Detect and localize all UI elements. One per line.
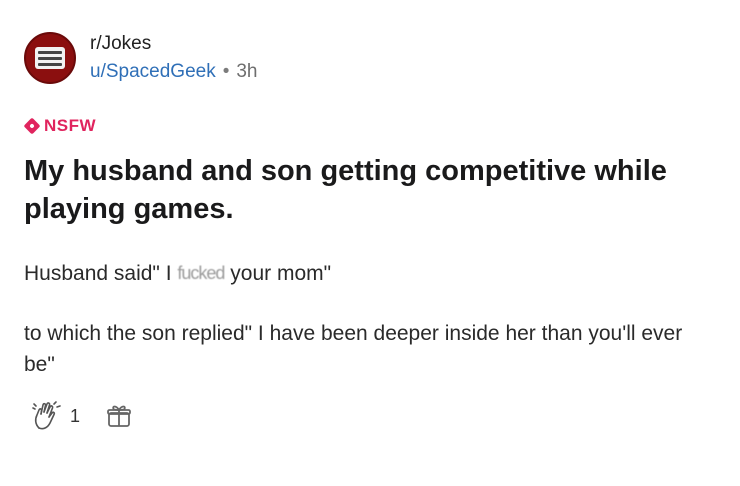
subreddit-avatar[interactable] (24, 32, 76, 84)
gift-icon[interactable] (106, 403, 132, 429)
separator-dot: • (222, 61, 230, 82)
subreddit-link[interactable]: r/Jokes (90, 33, 258, 55)
post-age: 3h (236, 61, 258, 82)
nsfw-tag: NSFW (23, 116, 97, 136)
clapping-hands-icon[interactable] (30, 400, 64, 432)
reddit-post: r/Jokes u/SpacedGeek • 3h NSFW My husban… (0, 0, 740, 486)
nsfw-label: NSFW (44, 116, 97, 135)
post-meta: r/Jokes u/SpacedGeek • 3h (90, 33, 258, 83)
body-text: Husband said" I (24, 262, 178, 285)
award-count: 1 (70, 405, 81, 426)
post-body-line-1: Husband said" I fucked your mom" (24, 258, 714, 289)
nsfw-diamond-icon (23, 117, 41, 135)
subreddit-logo-icon (35, 47, 65, 69)
censored-word: fucked (177, 263, 225, 283)
post-footer: 1 (30, 400, 132, 432)
author-link[interactable]: u/SpacedGeek (90, 61, 216, 83)
post-title[interactable]: My husband and son getting competitive w… (24, 152, 704, 228)
body-text: your mom" (224, 262, 332, 285)
post-header: r/Jokes u/SpacedGeek • 3h (24, 32, 258, 84)
post-body-line-2: to which the son replied" I have been de… (24, 322, 683, 376)
byline: u/SpacedGeek • 3h (90, 61, 258, 83)
